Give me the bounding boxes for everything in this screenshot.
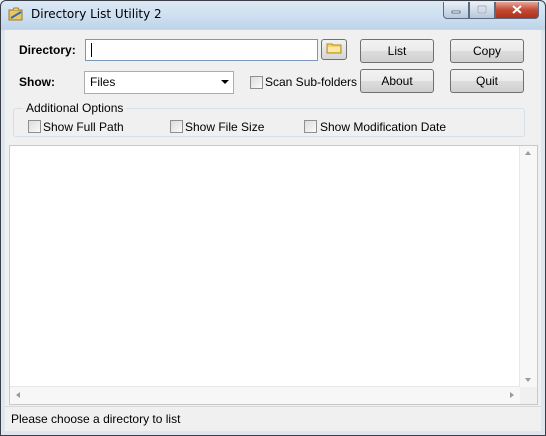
show-modification-date-label: Show Modification Date bbox=[320, 120, 447, 134]
vertical-scrollbar[interactable] bbox=[519, 146, 537, 387]
folder-icon bbox=[326, 42, 342, 57]
close-button[interactable] bbox=[495, 2, 539, 19]
copy-button[interactable]: Copy bbox=[450, 39, 524, 63]
horizontal-scrollbar[interactable] bbox=[10, 386, 520, 404]
show-file-size-checkbox[interactable] bbox=[170, 120, 183, 133]
status-text: Please choose a directory to list bbox=[11, 412, 181, 426]
scrollbar-corner bbox=[520, 387, 537, 404]
list-button[interactable]: List bbox=[360, 39, 434, 63]
chevron-down-icon bbox=[221, 80, 229, 84]
scroll-left-icon[interactable] bbox=[16, 392, 20, 398]
show-selected-value: Files bbox=[90, 75, 116, 89]
directory-input[interactable] bbox=[85, 39, 318, 61]
scroll-right-icon[interactable] bbox=[510, 392, 514, 398]
maximize-icon bbox=[477, 3, 487, 17]
minimize-icon bbox=[451, 3, 461, 17]
show-file-size-label: Show File Size bbox=[185, 120, 265, 134]
scan-subfolders-label: Scan Sub-folders bbox=[265, 75, 358, 89]
show-full-path-label: Show Full Path bbox=[43, 120, 124, 134]
caption-buttons bbox=[443, 2, 539, 20]
title-bar[interactable]: Directory List Utility 2 bbox=[1, 1, 545, 29]
directory-list-app-icon bbox=[8, 7, 24, 21]
show-label: Show: bbox=[19, 75, 55, 89]
status-bar: Please choose a directory to list bbox=[5, 406, 541, 431]
show-modification-date-checkbox[interactable] bbox=[304, 120, 317, 133]
show-select[interactable]: Files bbox=[84, 71, 234, 94]
directory-label: Directory: bbox=[19, 43, 76, 57]
client-area: Directory: List Copy Show: Files Scan Su… bbox=[5, 30, 541, 431]
about-button[interactable]: About bbox=[360, 69, 434, 93]
scroll-down-icon[interactable] bbox=[525, 378, 531, 382]
file-list[interactable] bbox=[9, 145, 538, 405]
window-title: Directory List Utility 2 bbox=[31, 7, 162, 21]
show-full-path-checkbox[interactable] bbox=[28, 120, 41, 133]
close-icon bbox=[512, 3, 522, 17]
app-window: Directory List Utility 2 Directory: List… bbox=[0, 0, 546, 436]
quit-button[interactable]: Quit bbox=[450, 69, 524, 93]
maximize-button[interactable] bbox=[469, 2, 495, 19]
scroll-up-icon[interactable] bbox=[525, 151, 531, 155]
minimize-button[interactable] bbox=[443, 2, 469, 19]
scan-subfolders-checkbox[interactable] bbox=[250, 76, 263, 89]
text-caret bbox=[91, 43, 92, 57]
browse-button[interactable] bbox=[321, 39, 347, 60]
additional-options-title: Additional Options bbox=[23, 101, 127, 115]
